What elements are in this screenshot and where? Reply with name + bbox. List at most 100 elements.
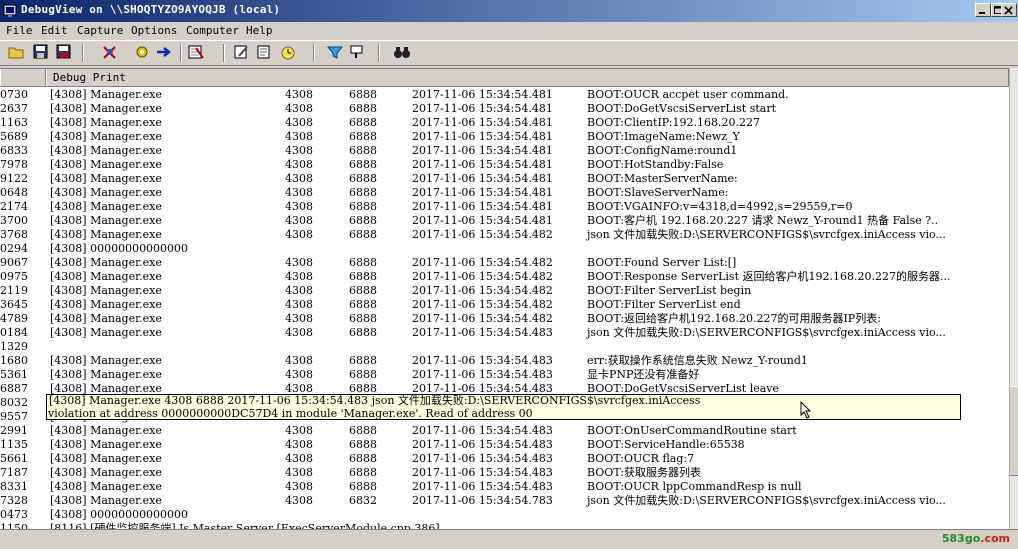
list-header: Debug Print [0, 69, 1009, 87]
table-row[interactable]: 5689 [4308] Manager.exe 4308 6888 2017-11-06… [0, 130, 1009, 144]
table-row[interactable]: 8331 [4308] Manager.exe 4308 6888 2017-11-06… [0, 480, 1009, 494]
close-button[interactable] [1001, 3, 1017, 17]
table-row[interactable]: 2174 [4308] Manager.exe 4308 6888 2017-11-06… [0, 200, 1009, 214]
save-log-button[interactable] [55, 44, 75, 62]
history-button[interactable] [256, 44, 276, 62]
row-number: 0184 [0, 326, 28, 339]
table-row[interactable]: 3768 [4308] Manager.exe 4308 6888 2017-11-06… [0, 228, 1009, 242]
table-row[interactable]: 9067 [4308] Manager.exe 4308 6888 2017-11-06… [0, 256, 1009, 270]
row-number: 5361 [0, 368, 28, 381]
table-row[interactable]: 2637 [4308] Manager.exe 4308 6888 2017-11-06… [0, 102, 1009, 116]
minimize-button[interactable] [975, 3, 991, 17]
table-row[interactable]: 0648 [4308] Manager.exe 4308 6888 2017-11-06… [0, 186, 1009, 200]
tooltip-line-2: violation at address 0000000000DC57D4 in… [48, 407, 533, 420]
row-process: [4308] Manager.exe [50, 494, 162, 507]
row-process: [4308] Manager.exe [50, 172, 162, 185]
table-row[interactable]: 0184 [4308] Manager.exe 4308 6888 2017-11-06… [0, 326, 1009, 340]
row-process: [4308] Manager.exe [50, 144, 162, 157]
row-pid: 4308 [285, 270, 313, 283]
save-log-icon [56, 44, 71, 59]
save-button[interactable] [32, 44, 52, 62]
table-row[interactable]: 7187 [4308] Manager.exe 4308 6888 2017-11-06… [0, 466, 1009, 480]
menu-help[interactable]: Help [246, 24, 273, 37]
row-timestamp: 2017-11-06 15:34:54.483 [412, 354, 553, 367]
row-process: [4308] Manager.exe [50, 298, 162, 311]
row-pid: 4308 [285, 214, 313, 227]
row-process: [4308] Manager.exe [50, 312, 162, 325]
options-button[interactable] [233, 44, 253, 62]
row-message: BOOT:VGAINFO:v=4318,d=4992,s=29559,r=0 [587, 200, 853, 213]
table-row[interactable]: 0473 [4308] 00000000000000 [0, 508, 1009, 522]
row-message: BOOT:返回给客户机192.168.20.227的可用服务器IP列表: [587, 312, 881, 325]
row-number: 5689 [0, 130, 28, 143]
row-message: err:获取操作系统信息失败 Newz_Y-round1 [587, 354, 808, 367]
row-timestamp: 2017-11-06 15:34:54.483 [412, 326, 553, 339]
open-button[interactable] [8, 44, 28, 62]
row-number: 9067 [0, 256, 28, 269]
menu-file[interactable]: File [6, 24, 33, 37]
debugview-window: DebugView on \\SHOQTYZO9AYOQJB (local) F… [0, 0, 1018, 549]
capture-icon [103, 46, 116, 59]
menu-capture[interactable]: Capture [77, 24, 123, 37]
row-message: BOOT:OnUserCommandRoutine start [587, 424, 797, 437]
row-pid: 4308 [285, 368, 313, 381]
row-pid: 4308 [285, 144, 313, 157]
row-tid: 6888 [349, 102, 377, 115]
row-tid: 6888 [349, 158, 377, 171]
row-number: 2174 [0, 200, 28, 213]
table-row[interactable]: 6833 [4308] Manager.exe 4308 6888 2017-11-06… [0, 144, 1009, 158]
table-row[interactable]: 5661 [4308] Manager.exe 4308 6888 2017-11-06… [0, 452, 1009, 466]
table-row[interactable]: 1329 [0, 340, 1009, 354]
table-row[interactable]: 0294 [4308] 00000000000000 [0, 242, 1009, 256]
clear-display-button[interactable] [187, 44, 207, 62]
table-row[interactable]: 7328 [4308] Manager.exe 4308 6832 2017-11-06… [0, 494, 1009, 508]
table-row[interactable]: 1680 [4308] Manager.exe 4308 6888 2017-11-06… [0, 354, 1009, 368]
row-tid: 6888 [349, 284, 377, 297]
debug-output-list[interactable]: Debug Print 0730 [4308] Manager.exe 4308 68… [0, 68, 1009, 530]
row-message: BOOT:ClientIP:192.168.20.227 [587, 116, 760, 129]
capture-button[interactable] [101, 44, 121, 62]
table-row[interactable]: 1163 [4308] Manager.exe 4308 6888 2017-11-06… [0, 116, 1009, 130]
highlight-button[interactable] [348, 44, 368, 62]
row-timestamp: 2017-11-06 15:34:54.483 [412, 438, 553, 451]
table-row[interactable]: 2991 [4308] Manager.exe 4308 6888 2017-11-06… [0, 424, 1009, 438]
table-row[interactable]: 0730 [4308] Manager.exe 4308 6888 2017-11-06… [0, 88, 1009, 102]
row-process: [4308] Manager.exe [50, 438, 162, 451]
filter-button[interactable] [326, 44, 346, 62]
row-number: 1329 [0, 340, 28, 353]
row-message: BOOT:OUCR lppCommandResp is null [587, 480, 802, 493]
menu-computer[interactable]: Computer [186, 24, 239, 37]
row-pid: 4308 [285, 116, 313, 129]
find-button[interactable] [393, 44, 413, 62]
vertical-scrollbar[interactable] [1009, 68, 1018, 529]
menu-options[interactable]: Options [131, 24, 177, 37]
menu-edit[interactable]: Edit [41, 24, 68, 37]
column-header-debug-print[interactable]: Debug Print [46, 69, 1009, 86]
time-button[interactable] [279, 44, 299, 62]
row-pid: 4308 [285, 88, 313, 101]
table-row[interactable]: 0975 [4308] Manager.exe 4308 6888 2017-11-06… [0, 270, 1009, 284]
toolbar [0, 40, 1018, 66]
row-process: [4308] Manager.exe [50, 186, 162, 199]
table-row[interactable]: 3700 [4308] Manager.exe 4308 6888 2017-11-06… [0, 214, 1009, 228]
table-row[interactable]: 4789 [4308] Manager.exe 4308 6888 2017-11-06… [0, 312, 1009, 326]
status-bar: 583go.com [0, 529, 1018, 549]
row-tid: 6888 [349, 298, 377, 311]
table-row[interactable]: 3645 [4308] Manager.exe 4308 6888 2017-11-06… [0, 298, 1009, 312]
scrollbar-thumb[interactable] [1010, 386, 1018, 476]
row-process: [4308] Manager.exe [50, 284, 162, 297]
row-timestamp: 2017-11-06 15:34:54.481 [412, 214, 553, 227]
table-row[interactable]: 9122 [4308] Manager.exe 4308 6888 2017-11-06… [0, 172, 1009, 186]
table-row[interactable]: 2119 [4308] Manager.exe 4308 6888 2017-11-06… [0, 284, 1009, 298]
row-pid: 4308 [285, 494, 313, 507]
column-header-number[interactable] [0, 69, 46, 86]
row-process: [4308] Manager.exe [50, 354, 162, 367]
table-row[interactable]: 5361 [4308] Manager.exe 4308 6888 2017-11-06… [0, 368, 1009, 382]
autoscroll-button[interactable] [133, 44, 153, 62]
table-row[interactable]: 1135 [4308] Manager.exe 4308 6888 2017-11-06… [0, 438, 1009, 452]
scroll-to-end-button[interactable] [155, 44, 175, 62]
edit-icon [234, 45, 248, 59]
table-row[interactable]: 7978 [4308] Manager.exe 4308 6888 2017-11-06… [0, 158, 1009, 172]
row-tid: 6888 [349, 88, 377, 101]
title-bar[interactable]: DebugView on \\SHOQTYZO9AYOQJB (local) [0, 0, 1018, 22]
